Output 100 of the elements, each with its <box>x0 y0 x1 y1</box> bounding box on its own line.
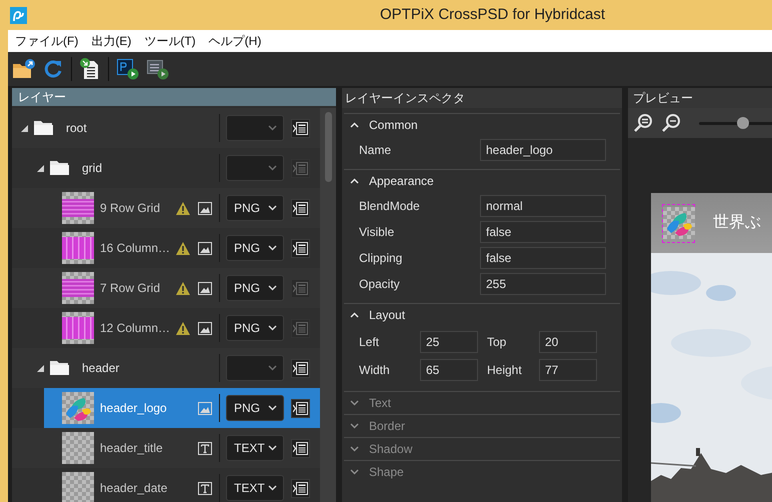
chevron-up-icon <box>350 122 359 128</box>
menu-item[interactable]: ヘルプ(H) <box>208 32 262 50</box>
section-header[interactable]: Layout <box>344 304 620 326</box>
folder-icon <box>50 360 70 376</box>
field-label: BlendMode <box>359 198 421 215</box>
section-header[interactable]: Common <box>344 114 620 136</box>
export-button[interactable] <box>291 478 310 498</box>
layer-name: header_title <box>100 440 163 457</box>
panel-header: レイヤーインスペクタ <box>342 88 622 108</box>
chevron-down-icon <box>268 125 277 131</box>
chevron-down-icon <box>350 400 359 406</box>
format-dropdown[interactable]: PNG <box>226 315 284 341</box>
menu-item[interactable]: ファイル(F) <box>15 32 78 50</box>
export-button[interactable] <box>291 358 310 378</box>
expand-triangle-icon[interactable] <box>36 164 44 172</box>
expand-triangle-icon[interactable] <box>36 364 44 372</box>
section-header[interactable]: Text <box>344 392 620 414</box>
export-button[interactable] <box>291 118 310 138</box>
layer-name: header_logo <box>100 400 167 417</box>
section-header[interactable]: Shadow <box>344 438 620 460</box>
field-label: Left <box>359 334 380 351</box>
field-value[interactable]: 20 <box>539 331 597 353</box>
panel-header: プレビュー <box>628 88 772 108</box>
field-value[interactable]: 65 <box>420 359 478 381</box>
field-label: Top <box>486 334 508 351</box>
layer-name: 12 Column… <box>100 320 170 337</box>
document-import-icon[interactable] <box>80 58 100 80</box>
layer-name: grid <box>82 160 102 177</box>
format-dropdown[interactable]: PNG <box>226 275 284 301</box>
refresh-icon[interactable] <box>43 59 63 79</box>
field-value[interactable]: false <box>480 221 606 243</box>
format-dropdown[interactable]: PNG <box>226 395 284 421</box>
chevron-down-icon <box>350 469 359 475</box>
field-value[interactable]: 255 <box>480 273 606 295</box>
window-export-icon[interactable] <box>147 58 169 80</box>
field-label: Width <box>359 362 391 379</box>
folder-icon <box>50 160 70 176</box>
expand-triangle-icon[interactable] <box>20 124 28 132</box>
field-value[interactable]: false <box>480 247 606 269</box>
chevron-down-icon <box>350 423 359 429</box>
image-icon <box>198 282 212 294</box>
menu-item[interactable]: ツール(T) <box>144 32 196 50</box>
field-value[interactable]: 25 <box>420 331 478 353</box>
page-heading: 世界ぶ <box>713 212 761 233</box>
chevron-down-icon <box>350 446 359 452</box>
export-button[interactable] <box>291 398 310 418</box>
open-folder-icon[interactable] <box>13 59 35 79</box>
zoom-in-icon[interactable] <box>633 113 653 133</box>
section-header[interactable]: Shape <box>344 461 620 483</box>
zoom-out-icon[interactable] <box>661 113 681 133</box>
layer-name: header <box>82 360 120 377</box>
export-button[interactable] <box>291 438 310 458</box>
layer-thumbnail <box>62 232 94 264</box>
chevron-down-icon <box>268 365 277 371</box>
field-label: Opacity <box>359 276 401 293</box>
slider-thumb[interactable] <box>737 117 750 129</box>
section-header[interactable]: Border <box>344 415 620 437</box>
chevron-down-icon <box>268 205 277 211</box>
format-dropdown[interactable]: TEXT <box>226 435 284 461</box>
layer-thumbnail <box>62 392 94 424</box>
chevron-up-icon <box>350 178 359 184</box>
folder-icon <box>34 120 54 136</box>
field-label: Name <box>359 142 392 159</box>
format-dropdown[interactable]: PNG <box>226 195 284 221</box>
field-value[interactable]: normal <box>480 195 606 217</box>
chevron-up-icon <box>350 312 359 318</box>
ps-export-icon[interactable] <box>117 58 139 80</box>
chevron-down-icon <box>268 165 277 171</box>
chevron-down-icon <box>268 445 277 451</box>
export-button[interactable] <box>291 198 310 218</box>
layer-row[interactable]: grid <box>28 148 320 188</box>
chevron-down-icon <box>268 285 277 291</box>
field-label: Height <box>486 362 523 379</box>
layer-thumbnail <box>62 272 94 304</box>
layer-name: 9 Row Grid <box>100 200 160 217</box>
layer-row[interactable]: 16 Column… PNG <box>44 228 320 268</box>
layer-row[interactable]: root <box>12 108 320 148</box>
layer-thumbnail <box>62 432 94 464</box>
panel-header: レイヤー <box>12 88 336 106</box>
layer-row[interactable]: header_logo PNG <box>44 388 320 428</box>
layer-row[interactable]: 12 Column… PNG <box>44 308 320 348</box>
layer-thumbnail <box>62 472 94 502</box>
export-button[interactable] <box>291 238 310 258</box>
field-value[interactable]: 77 <box>539 359 597 381</box>
field-value[interactable]: header_logo <box>480 139 606 161</box>
chevron-down-icon <box>268 405 277 411</box>
field-label: Clipping <box>359 250 404 267</box>
layer-name: 16 Column… <box>100 240 170 257</box>
layer-name: root <box>66 120 87 137</box>
image-icon <box>198 402 212 414</box>
scrollbar[interactable] <box>320 108 336 502</box>
menu-item[interactable]: 出力(E) <box>91 32 132 50</box>
chevron-down-icon <box>268 245 277 251</box>
section-header[interactable]: Appearance <box>344 170 620 192</box>
field-label: Visible <box>359 224 396 241</box>
window-title: OPTPiX CrossPSD for Hybridcast <box>380 4 606 25</box>
text-layer-icon <box>198 442 212 454</box>
format-dropdown[interactable]: PNG <box>226 235 284 261</box>
format-dropdown[interactable]: TEXT <box>226 475 284 501</box>
text-layer-icon <box>198 482 212 494</box>
